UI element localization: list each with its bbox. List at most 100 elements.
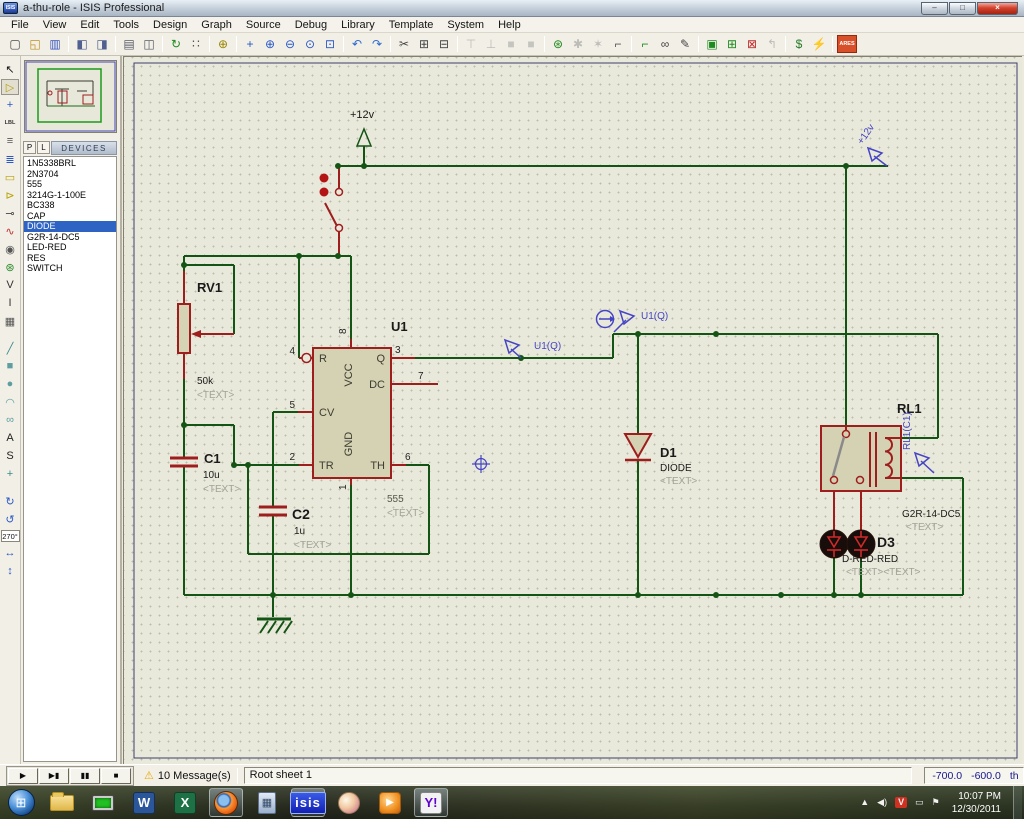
2d-symbol-mode-button[interactable]: S <box>1 448 19 464</box>
taskbar-computer[interactable] <box>86 788 120 817</box>
menu-edit[interactable]: Edit <box>73 18 106 32</box>
mark-output-area-button[interactable]: ◫ <box>140 35 158 53</box>
save-file-button[interactable]: ▥ <box>46 35 64 53</box>
component-c1[interactable]: C1 10u <TEXT> <box>170 451 240 495</box>
copy-button[interactable]: ⊞ <box>415 35 433 53</box>
redo-button[interactable]: ↷ <box>368 35 386 53</box>
wire-autorouter-button[interactable]: ⌐ <box>636 35 654 53</box>
decompose-button[interactable]: ⌐ <box>609 35 627 53</box>
device-item-diode[interactable]: DIODE <box>24 221 116 232</box>
device-item-2n3704[interactable]: 2N3704 <box>24 169 116 180</box>
power-terminal-12v[interactable]: +12v <box>350 109 375 146</box>
device-pin-mode-button[interactable]: ⊸ <box>1 205 19 221</box>
component-d1[interactable]: D1 DIODE <TEXT> <box>625 434 697 487</box>
wire-label-mode-button[interactable]: LBL <box>1 115 19 131</box>
taskbar-clock[interactable]: 10:07 PM 12/30/2011 <box>948 790 1005 816</box>
tape-recorder-mode-button[interactable]: ◉ <box>1 241 19 257</box>
toggle-grid-button[interactable]: ∷ <box>187 35 205 53</box>
pause-button[interactable]: ▮▮ <box>70 768 100 784</box>
menu-system[interactable]: System <box>440 18 491 32</box>
current-probe-mode-button[interactable]: I <box>1 295 19 311</box>
redraw-button[interactable]: ↻ <box>167 35 185 53</box>
device-item-bc338[interactable]: BC338 <box>24 200 116 211</box>
taskbar-excel[interactable]: X <box>168 788 202 817</box>
zoom-in-button[interactable]: ⊕ <box>261 35 279 53</box>
device-item-g2r-14-dc5[interactable]: G2R-14-DC5 <box>24 232 116 243</box>
display-settings-icon[interactable]: ▭ <box>915 798 924 807</box>
step-button[interactable]: ▶▮ <box>39 768 69 784</box>
component-led-d3[interactable] <box>847 530 875 558</box>
rotate-anticlockwise-button[interactable]: ↺ <box>1 511 19 527</box>
search-tag-button[interactable]: ∞ <box>656 35 674 53</box>
menu-source[interactable]: Source <box>239 18 288 32</box>
minimize-button[interactable]: – <box>921 2 948 15</box>
open-file-button[interactable]: ◱ <box>26 35 44 53</box>
menu-template[interactable]: Template <box>382 18 441 32</box>
menu-debug[interactable]: Debug <box>288 18 334 32</box>
component-mode-button[interactable]: ▷ <box>1 79 19 95</box>
supply-voltage-probe[interactable]: +12v <box>855 122 887 166</box>
zoom-all-button[interactable]: ⊙ <box>301 35 319 53</box>
zoom-out-button[interactable]: ⊖ <box>281 35 299 53</box>
zoom-area-button[interactable]: ⊡ <box>321 35 339 53</box>
stop-button[interactable]: ■ <box>101 768 131 784</box>
new-sheet-button[interactable]: ⊞ <box>723 35 741 53</box>
network-status-icon[interactable]: ⚑ <box>932 798 940 807</box>
mirror-vertical-button[interactable]: ↕ <box>1 563 19 579</box>
menu-file[interactable]: File <box>4 18 36 32</box>
2d-text-mode-button[interactable]: A <box>1 430 19 446</box>
new-file-button[interactable]: ▢ <box>6 35 24 53</box>
print-button[interactable]: ▤ <box>120 35 138 53</box>
rotation-angle-input[interactable]: 270° <box>1 530 20 542</box>
2d-arc-mode-button[interactable]: ◠ <box>1 394 19 410</box>
volume-icon[interactable]: ◀) <box>877 798 887 807</box>
voltage-probe-mode-button[interactable]: V <box>1 277 19 293</box>
show-desktop-button[interactable] <box>1013 786 1022 819</box>
electrical-rules-check-button[interactable]: ⚡ <box>810 35 828 53</box>
taskbar-calculator[interactable]: ▦ <box>250 788 284 817</box>
play-button[interactable]: ▶ <box>8 768 38 784</box>
taskbar-isis[interactable]: isis <box>291 788 325 817</box>
import-section-button[interactable]: ◧ <box>73 35 91 53</box>
antivirus-icon[interactable]: V <box>895 797 907 808</box>
pick-device-button[interactable]: ⊛ <box>549 35 567 53</box>
restore-button[interactable]: □ <box>949 2 976 15</box>
taskbar-word[interactable]: W <box>127 788 161 817</box>
device-item-1n5338brl[interactable]: 1N5338BRL <box>24 158 116 169</box>
design-explorer-button[interactable]: ▣ <box>703 35 721 53</box>
2d-path-mode-button[interactable]: ∞ <box>1 412 19 428</box>
virtual-instruments-mode-button[interactable]: ▦ <box>1 313 19 329</box>
relay-coil-probe[interactable]: RL1(C1) <box>902 412 934 473</box>
taskbar-media-player[interactable]: ▶ <box>373 788 407 817</box>
text-script-mode-button[interactable]: ≡ <box>1 133 19 149</box>
taskbar-paint[interactable] <box>332 788 366 817</box>
library-manager-button[interactable]: L <box>37 141 50 154</box>
graph-mode-button[interactable]: ∿ <box>1 223 19 239</box>
netlist-to-ares-button[interactable]: ARES <box>837 35 857 53</box>
menu-tools[interactable]: Tools <box>106 18 146 32</box>
false-origin-button[interactable]: ⊕ <box>214 35 232 53</box>
ground-symbol[interactable] <box>257 619 292 633</box>
taskbar-yahoo-messenger[interactable]: Y! <box>414 788 448 817</box>
close-button[interactable]: × <box>977 2 1018 15</box>
bill-of-materials-button[interactable]: $ <box>790 35 808 53</box>
menu-view[interactable]: View <box>36 18 74 32</box>
center-at-cursor-button[interactable]: + <box>241 35 259 53</box>
component-u1-555[interactable]: R CV TR Q DC TH VCC GND 4 5 2 3 7 6 8 1 … <box>289 319 424 519</box>
taskbar-start-button[interactable]: ⊞ <box>4 788 38 817</box>
switch-toggle-up-icon[interactable] <box>320 174 329 183</box>
generator-mode-button[interactable]: ⊛ <box>1 259 19 275</box>
device-item-3214g-1-100e[interactable]: 3214G-1-100E <box>24 190 116 201</box>
rotate-clockwise-button[interactable]: ↻ <box>1 493 19 509</box>
export-section-button[interactable]: ◨ <box>93 35 111 53</box>
menu-graph[interactable]: Graph <box>194 18 239 32</box>
component-rv1[interactable]: RV1 50k <TEXT> <box>178 280 234 401</box>
bus-mode-button[interactable]: ≣ <box>1 151 19 167</box>
component-led-d2[interactable] <box>820 530 848 558</box>
component-c2[interactable]: C2 1u <TEXT> <box>259 506 331 551</box>
switch-toggle-down-icon[interactable] <box>320 188 329 197</box>
menu-help[interactable]: Help <box>491 18 528 32</box>
tray-expand-icon[interactable]: ▲ <box>860 798 869 807</box>
remove-sheet-button[interactable]: ⊠ <box>743 35 761 53</box>
message-status[interactable]: ⚠ 10 Message(s) <box>144 769 231 782</box>
